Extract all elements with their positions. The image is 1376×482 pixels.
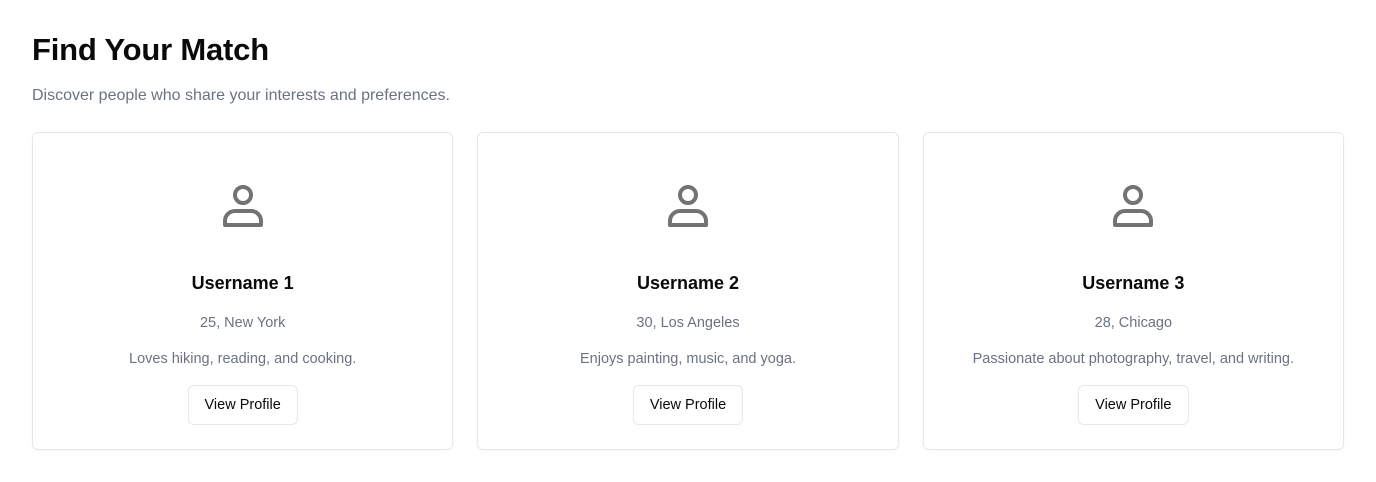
profile-name: Username 3 <box>1082 273 1185 293</box>
user-icon <box>664 181 712 229</box>
profile-card: Username 3 28, Chicago Passionate about … <box>922 132 1344 450</box>
user-icon <box>1109 181 1157 229</box>
view-profile-button[interactable]: View Profile <box>187 385 298 425</box>
profile-card: Username 1 25, New York Loves hiking, re… <box>32 132 454 450</box>
profile-age-location: 30, Los Angeles <box>636 315 740 331</box>
user-icon <box>219 181 267 229</box>
profile-card: Username 2 30, Los Angeles Enjoys painti… <box>477 132 899 450</box>
profile-age-location: 28, Chicago <box>1094 315 1173 331</box>
profile-name: Username 1 <box>191 273 294 293</box>
profile-card-grid: Username 1 25, New York Loves hiking, re… <box>32 132 1344 450</box>
view-profile-button[interactable]: View Profile <box>1078 385 1189 425</box>
profile-bio: Enjoys painting, music, and yoga. <box>579 351 796 367</box>
page-title: Find Your Match <box>32 32 269 67</box>
view-profile-button[interactable]: View Profile <box>632 385 744 425</box>
profile-age-location: 25, New York <box>199 315 286 331</box>
profile-bio: Passionate about photography, travel, an… <box>972 351 1294 367</box>
page-subtitle: Discover people who share your interests… <box>32 87 450 104</box>
profile-name: Username 2 <box>636 273 740 293</box>
profile-bio: Loves hiking, reading, and cooking. <box>129 351 357 367</box>
